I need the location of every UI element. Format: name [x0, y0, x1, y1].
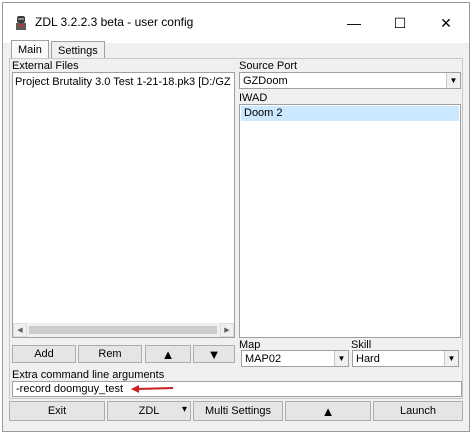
extra-args-input[interactable]: -record doomguy_test	[12, 381, 462, 397]
multi-settings-button[interactable]: Multi Settings	[193, 401, 283, 421]
chevron-down-icon[interactable]: ▼	[446, 73, 460, 88]
zdl-button-label: ZDL	[138, 405, 160, 417]
iwad-list[interactable]: Doom 2	[239, 104, 461, 338]
move-down-button[interactable]: ▼	[193, 345, 235, 363]
close-icon: ✕	[440, 14, 452, 31]
chevron-down-icon[interactable]: ▼	[444, 351, 458, 366]
move-up-button[interactable]: ▲	[145, 345, 191, 363]
horizontal-scrollbar[interactable]: ◀ ▶	[13, 323, 234, 337]
iwad-label: IWAD	[239, 92, 268, 104]
minimize-icon: —	[347, 15, 361, 31]
tab-main[interactable]: Main	[11, 40, 49, 59]
skill-value: Hard	[356, 353, 380, 365]
source-port-select[interactable]: GZDoom ▼	[239, 72, 461, 89]
close-button[interactable]: ✕	[423, 3, 469, 43]
tab-settings[interactable]: Settings	[51, 41, 105, 59]
source-port-value: GZDoom	[243, 75, 288, 87]
list-item[interactable]: Project Brutality 3.0 Test 1-21-18.pk3 […	[15, 75, 231, 89]
external-files-label: External Files	[12, 60, 79, 72]
add-button[interactable]: Add	[12, 345, 76, 363]
extra-args-value: -record doomguy_test	[16, 383, 123, 395]
maximize-button[interactable]: ☐	[377, 3, 423, 43]
app-window: ZDL 3.2.2.3 beta - user config — ☐ ✕ Mai…	[2, 2, 470, 432]
map-select[interactable]: MAP02 ▼	[241, 350, 349, 367]
extra-args-label: Extra command line arguments	[12, 369, 165, 381]
scrollbar-thumb[interactable]	[29, 326, 217, 334]
launch-button[interactable]: Launch	[373, 401, 463, 421]
doom-marine-icon	[13, 15, 29, 31]
source-port-label: Source Port	[239, 60, 298, 72]
rem-button[interactable]: Rem	[78, 345, 142, 363]
exit-button[interactable]: Exit	[9, 401, 105, 421]
main-tab-page: External Files Project Brutality 3.0 Tes…	[9, 58, 463, 399]
list-item[interactable]: Doom 2	[241, 106, 459, 121]
map-value: MAP02	[245, 353, 282, 365]
scroll-left-icon[interactable]: ◀	[13, 323, 27, 337]
minimize-button[interactable]: —	[331, 3, 377, 43]
external-files-list[interactable]: Project Brutality 3.0 Test 1-21-18.pk3 […	[12, 72, 235, 338]
arrow-down-icon: ▼	[207, 346, 221, 362]
expand-up-button[interactable]: ▲	[285, 401, 371, 421]
arrow-up-icon: ▲	[161, 346, 175, 362]
arrow-up-icon: ▲	[321, 403, 335, 419]
annotation-arrow	[131, 385, 174, 393]
tab-strip: Main Settings	[11, 40, 467, 59]
chevron-down-icon: ▾	[181, 404, 187, 415]
window-title: ZDL 3.2.2.3 beta - user config	[35, 15, 194, 29]
maximize-icon: ☐	[393, 14, 407, 31]
chevron-down-icon[interactable]: ▼	[334, 351, 348, 366]
zdl-button[interactable]: ZDL ▾	[107, 401, 191, 421]
title-bar: ZDL 3.2.2.3 beta - user config — ☐ ✕	[3, 3, 469, 43]
skill-select[interactable]: Hard ▼	[352, 350, 459, 367]
scroll-right-icon[interactable]: ▶	[220, 323, 234, 337]
